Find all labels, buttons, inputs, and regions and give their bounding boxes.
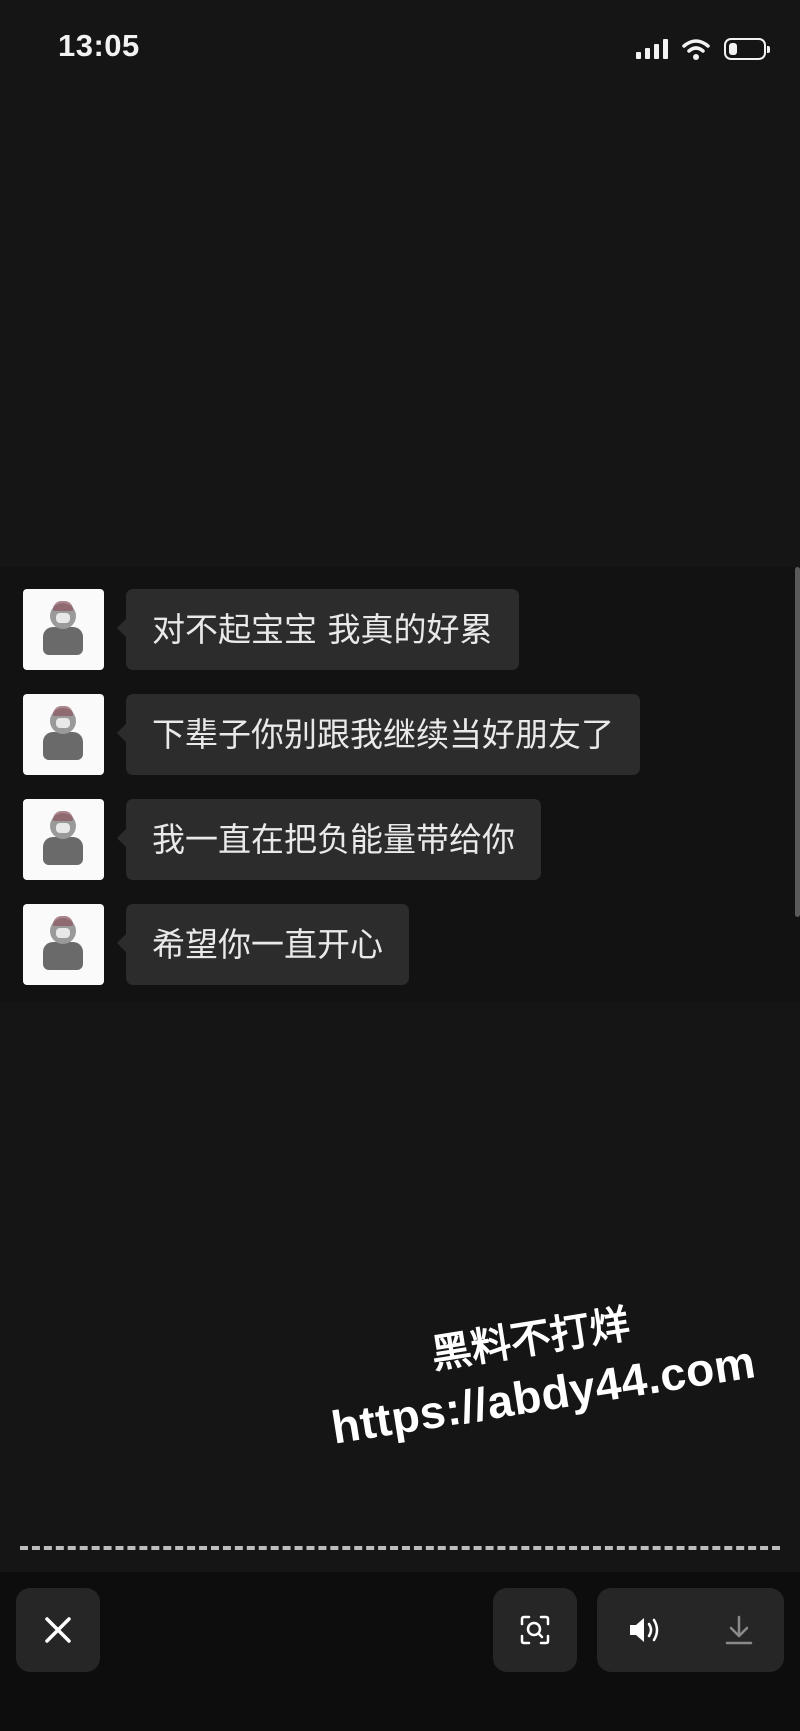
scan-icon bbox=[520, 1615, 550, 1645]
message-bubble[interactable]: 我一直在把负能量带给你 bbox=[117, 799, 541, 880]
volume-icon[interactable] bbox=[627, 1615, 663, 1645]
status-icons bbox=[636, 36, 770, 62]
avatar[interactable] bbox=[23, 694, 104, 775]
message-bubble[interactable]: 希望你一直开心 bbox=[117, 904, 409, 985]
media-controls bbox=[597, 1588, 784, 1672]
avatar[interactable] bbox=[23, 799, 104, 880]
message-bubble[interactable]: 下辈子你别跟我继续当好朋友了 bbox=[117, 694, 640, 775]
wifi-icon bbox=[682, 39, 710, 60]
dashed-divider bbox=[20, 1546, 780, 1550]
message-row: 我一直在把负能量带给你 bbox=[23, 799, 541, 880]
status-bar: 13:05 bbox=[0, 0, 800, 100]
close-icon bbox=[45, 1617, 71, 1643]
message-row: 对不起宝宝 我真的好累 bbox=[23, 589, 519, 670]
download-icon[interactable] bbox=[724, 1614, 754, 1646]
watermark: 黑料不打烊 https://abdy44.com bbox=[318, 1270, 781, 1455]
scrollbar[interactable] bbox=[795, 567, 800, 917]
avatar[interactable] bbox=[23, 904, 104, 985]
battery-icon bbox=[724, 38, 770, 60]
message-row: 希望你一直开心 bbox=[23, 904, 409, 985]
avatar[interactable] bbox=[23, 589, 104, 670]
status-time: 13:05 bbox=[58, 28, 140, 63]
scan-button[interactable] bbox=[493, 1588, 577, 1672]
close-button[interactable] bbox=[16, 1588, 100, 1672]
signal-icon bbox=[636, 39, 668, 59]
message-bubble[interactable]: 对不起宝宝 我真的好累 bbox=[117, 589, 519, 670]
bottom-toolbar bbox=[0, 1572, 800, 1731]
message-row: 下辈子你别跟我继续当好朋友了 bbox=[23, 694, 640, 775]
